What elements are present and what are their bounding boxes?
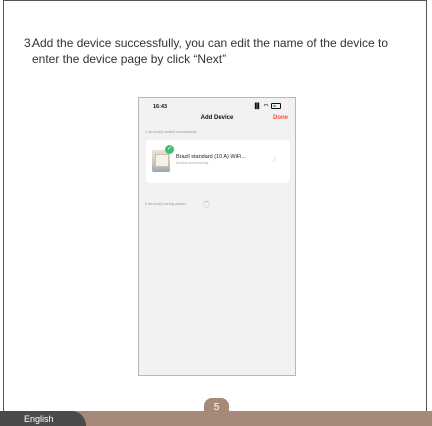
status-time: 16:43 <box>153 104 168 110</box>
device-card[interactable]: ✓ Brazil standard (10 A) WiFi... Added s… <box>146 140 290 183</box>
nav-bar: Add Device Done <box>139 112 295 128</box>
check-icon: ✓ <box>165 145 174 154</box>
wifi-icon: ◠ <box>263 103 269 110</box>
step-text: Add the device successfully, you can edi… <box>32 36 388 66</box>
edit-icon[interactable]: ∕ <box>274 157 282 165</box>
signal-icon: ▐▌ <box>252 103 262 110</box>
page-number: 5 <box>204 398 229 416</box>
status-bar: 16:43 ▐▌ ◠ <box>139 98 295 112</box>
status-icons: ▐▌ ◠ <box>253 103 281 109</box>
battery-icon <box>271 103 281 109</box>
language-tab: English <box>0 411 86 426</box>
phone-screenshot: 16:43 ▐▌ ◠ Add Device Done 1 device(s) a… <box>138 97 296 376</box>
device-status: Added successfully <box>176 161 209 165</box>
device-name: Brazil standard (10 A) WiFi... <box>176 154 246 160</box>
step-number: 3. <box>24 36 35 50</box>
adding-count-label: 0 device(s) being added <box>145 202 186 206</box>
done-button[interactable]: Done <box>273 115 288 121</box>
instruction-step: 3. Add the device successfully, you can … <box>24 36 396 67</box>
nav-title: Add Device <box>200 115 234 121</box>
socket-plate <box>155 154 169 167</box>
language-label: English <box>24 414 54 424</box>
added-count-label: 1 device(s) added successfully <box>145 130 197 134</box>
loading-spinner-icon <box>203 201 210 208</box>
